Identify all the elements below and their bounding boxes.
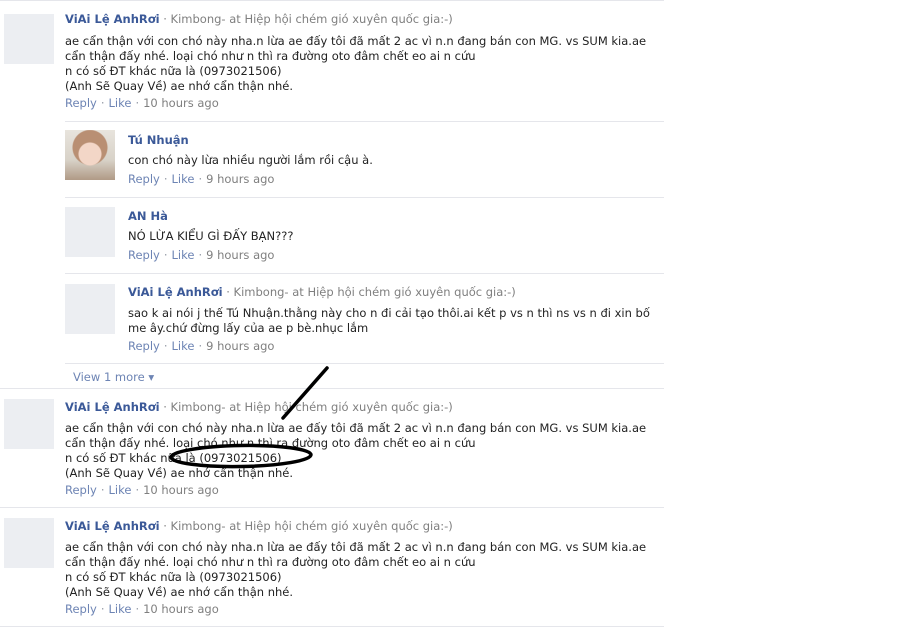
comment-text: ae cẩn thận với con chó này nha.n lừa ae… — [65, 540, 646, 600]
comment-line: me ây.chứ đừng lấy của ae p bè.nhục lắm — [128, 321, 369, 335]
divider — [65, 197, 664, 198]
comment-text: NÓ LỪA KIỂU GÌ ĐẤY BẠN??? — [128, 229, 293, 244]
separator-dot: · — [135, 483, 140, 497]
comment-line: n có số ĐT khác nữa là (0973021506) — [65, 451, 282, 465]
author-meta: · Kimbong- at Hiệp hội chém gió xuyên qu… — [163, 400, 453, 414]
timestamp[interactable]: 10 hours ago — [143, 483, 219, 497]
avatar[interactable] — [4, 14, 54, 64]
author-meta: · Kimbong- at Hiệp hội chém gió xuyên qu… — [163, 12, 453, 26]
like-link[interactable]: Like — [172, 339, 195, 353]
comment-header: AN Hà — [128, 209, 168, 223]
comment-line: cẩn thận đấy nhé. loại chó như n thì ra … — [65, 555, 476, 569]
timestamp[interactable]: 9 hours ago — [206, 172, 274, 186]
comment-line: ae cẩn thận với con chó này nha.n lừa ae… — [65, 34, 647, 48]
comment-header: ViAi Lệ AnhRơi · Kimbong- at Hiệp hội ch… — [65, 12, 453, 26]
timestamp[interactable]: 9 hours ago — [206, 248, 274, 262]
separator-dot: · — [198, 248, 203, 262]
avatar[interactable] — [65, 284, 115, 334]
comment-line: (Anh Sẽ Quay Về) ae nhớ cẩn thận nhé. — [65, 585, 294, 599]
timestamp[interactable]: 10 hours ago — [143, 96, 219, 110]
avatar[interactable] — [65, 130, 115, 180]
comment-header: ViAi Lệ AnhRơi · Kimbong- at Hiệp hội ch… — [128, 285, 516, 299]
author-link[interactable]: Tú Nhuận — [128, 133, 189, 147]
comment-actions: Reply · Like · 9 hours ago — [128, 172, 274, 186]
like-link[interactable]: Like — [109, 483, 132, 497]
comment-actions: Reply · Like · 9 hours ago — [128, 248, 274, 262]
reply-link[interactable]: Reply — [128, 248, 160, 262]
divider — [0, 0, 664, 1]
separator-dot: · — [100, 602, 105, 616]
divider — [65, 273, 664, 274]
separator-dot: · — [135, 96, 140, 110]
comment-line: NÓ LỪA KIỂU GÌ ĐẤY BẠN??? — [128, 229, 294, 243]
comment-line: con chó này lừa nhiều người lắm rồi cậu … — [128, 153, 373, 167]
divider — [65, 121, 664, 122]
comment-line: n có số ĐT khác nữa là (0973021506) — [65, 570, 282, 584]
comment-header: Tú Nhuận — [128, 133, 189, 147]
separator-dot: · — [163, 248, 168, 262]
comment-header: ViAi Lệ AnhRơi · Kimbong- at Hiệp hội ch… — [65, 400, 453, 414]
like-link[interactable]: Like — [109, 602, 132, 616]
comment-line: (Anh Sẽ Quay Về) ae nhớ cẩn thận nhé. — [65, 466, 294, 480]
reply-link[interactable]: Reply — [128, 172, 160, 186]
comment-actions: Reply · Like · 10 hours ago — [65, 483, 219, 497]
timestamp[interactable]: 9 hours ago — [206, 339, 274, 353]
author-link[interactable]: AN Hà — [128, 209, 168, 223]
reply-link[interactable]: Reply — [65, 483, 97, 497]
like-link[interactable]: Like — [172, 172, 195, 186]
separator-dot: · — [100, 96, 105, 110]
comment-line: sao k ai nói j thế Tú Nhuận.thằng này ch… — [128, 306, 650, 320]
divider — [0, 388, 664, 389]
author-link[interactable]: ViAi Lệ AnhRơi — [65, 400, 160, 414]
view-more-link[interactable]: View 1 more ▾ — [73, 370, 154, 384]
separator-dot: · — [198, 339, 203, 353]
author-link[interactable]: ViAi Lệ AnhRơi — [65, 12, 160, 26]
comment-line: cẩn thận đấy nhé. loại chó như n thì ra … — [65, 436, 476, 450]
avatar[interactable] — [4, 518, 54, 568]
comment-line: ae cẩn thận với con chó này nha.n lừa ae… — [65, 540, 647, 554]
comment-text: sao k ai nói j thế Tú Nhuận.thằng này ch… — [128, 306, 650, 336]
comment-actions: Reply · Like · 10 hours ago — [65, 96, 219, 110]
reply-link[interactable]: Reply — [65, 602, 97, 616]
divider — [65, 363, 664, 364]
separator-dot: · — [163, 172, 168, 186]
separator-dot: · — [198, 172, 203, 186]
like-link[interactable]: Like — [109, 96, 132, 110]
author-meta: · Kimbong- at Hiệp hội chém gió xuyên qu… — [163, 519, 453, 533]
separator-dot: · — [163, 339, 168, 353]
comment-header: ViAi Lệ AnhRơi · Kimbong- at Hiệp hội ch… — [65, 519, 453, 533]
comment-actions: Reply · Like · 10 hours ago — [65, 602, 219, 616]
comment-text: con chó này lừa nhiều người lắm rồi cậu … — [128, 153, 373, 168]
timestamp[interactable]: 10 hours ago — [143, 602, 219, 616]
comment-text: ae cẩn thận với con chó này nha.n lừa ae… — [65, 34, 646, 94]
avatar[interactable] — [4, 399, 54, 449]
separator-dot: · — [135, 602, 140, 616]
comment-line: n có số ĐT khác nữa là (0973021506) — [65, 64, 282, 78]
comment-line: ae cẩn thận với con chó này nha.n lừa ae… — [65, 421, 647, 435]
avatar[interactable] — [65, 207, 115, 257]
author-link[interactable]: ViAi Lệ AnhRơi — [128, 285, 223, 299]
comment-line: cẩn thận đấy nhé. loại chó như n thì ra … — [65, 49, 476, 63]
reply-link[interactable]: Reply — [128, 339, 160, 353]
comment-text: ae cẩn thận với con chó này nha.n lừa ae… — [65, 421, 646, 481]
author-meta: · Kimbong- at Hiệp hội chém gió xuyên qu… — [226, 285, 516, 299]
divider — [0, 507, 664, 508]
author-link[interactable]: ViAi Lệ AnhRơi — [65, 519, 160, 533]
comment-line: (Anh Sẽ Quay Về) ae nhớ cẩn thận nhé. — [65, 79, 294, 93]
separator-dot: · — [100, 483, 105, 497]
comment-actions: Reply · Like · 9 hours ago — [128, 339, 274, 353]
like-link[interactable]: Like — [172, 248, 195, 262]
reply-link[interactable]: Reply — [65, 96, 97, 110]
